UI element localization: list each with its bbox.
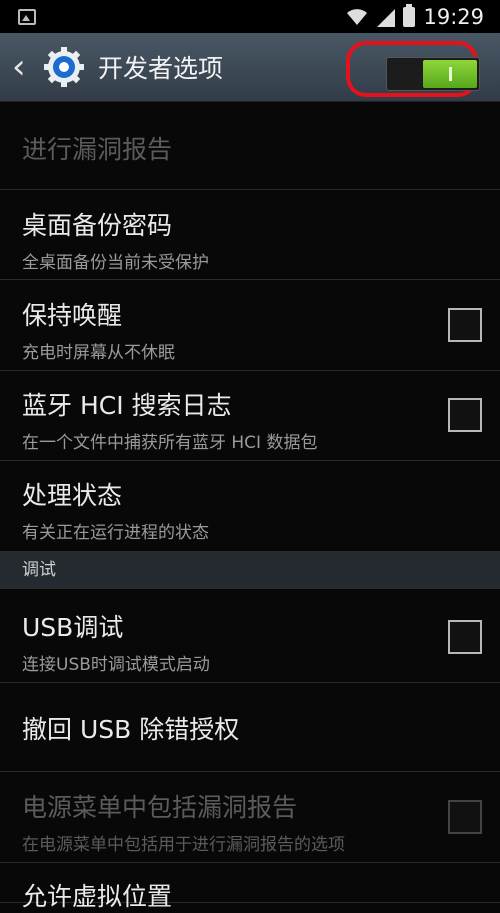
image-notification-icon: [18, 9, 36, 25]
item-title: 处理状态: [22, 481, 123, 510]
item-title: 进行漏洞报告: [22, 135, 173, 164]
item-title: 保持唤醒: [22, 301, 123, 330]
item-title: 电源菜单中包括漏洞报告: [22, 793, 298, 822]
gear-icon: [44, 47, 84, 87]
list-item-bug-report[interactable]: 进行漏洞报告: [0, 102, 500, 190]
bt-hci-log-checkbox[interactable]: [448, 398, 482, 432]
settings-list: 进行漏洞报告 桌面备份密码 全桌面备份当前未受保护 保持唤醒 充电时屏幕从不休眠…: [0, 102, 500, 911]
item-summary: 在电源菜单中包括用于进行漏洞报告的选项: [22, 835, 345, 855]
list-item-stay-awake[interactable]: 保持唤醒 充电时屏幕从不休眠: [0, 280, 500, 371]
section-header-debug: 调试: [0, 552, 500, 589]
list-item-backup-password[interactable]: 桌面备份密码 全桌面备份当前未受保护: [0, 190, 500, 280]
chevron-left-icon[interactable]: ‹: [12, 33, 32, 101]
item-summary: 充电时屏幕从不休眠: [22, 343, 175, 363]
power-menu-bug-report-checkbox[interactable]: [448, 800, 482, 834]
list-item-bt-hci-log[interactable]: 蓝牙 HCI 搜索日志 在一个文件中捕获所有蓝牙 HCI 数据包: [0, 371, 500, 461]
developer-options-switch[interactable]: [386, 57, 480, 91]
item-title: 允许虚拟位置: [22, 882, 173, 911]
usb-debugging-checkbox[interactable]: [448, 620, 482, 654]
master-switch-area: [346, 41, 482, 99]
action-bar: ‹ 开发者选项: [0, 33, 500, 102]
item-title: 桌面备份密码: [22, 211, 173, 240]
signal-icon: [377, 8, 396, 27]
list-item-mock-location[interactable]: 允许虚拟位置: [0, 863, 500, 911]
list-item-power-menu-bug-report[interactable]: 电源菜单中包括漏洞报告 在电源菜单中包括用于进行漏洞报告的选项: [0, 772, 500, 863]
stay-awake-checkbox[interactable]: [448, 308, 482, 342]
battery-icon: [403, 3, 416, 27]
page-title: 开发者选项: [98, 54, 224, 83]
list-item-revoke-usb-auth[interactable]: 撤回 USB 除错授权: [0, 683, 500, 772]
list-item-process-stats[interactable]: 处理状态 有关正在运行进程的状态: [0, 461, 500, 552]
item-summary: 连接USB时调试模式启动: [22, 655, 210, 675]
wifi-icon: [347, 8, 368, 25]
item-summary: 在一个文件中捕获所有蓝牙 HCI 数据包: [22, 433, 318, 453]
item-title: USB调试: [22, 613, 124, 642]
switch-on-knob: [423, 60, 477, 88]
clock: 19:29: [423, 4, 484, 29]
item-summary: 有关正在运行进程的状态: [22, 523, 209, 543]
status-bar: 19:29: [0, 0, 500, 33]
item-title: 蓝牙 HCI 搜索日志: [22, 391, 232, 420]
list-item-usb-debugging[interactable]: USB调试 连接USB时调试模式启动: [0, 589, 500, 683]
item-title: 撤回 USB 除错授权: [22, 715, 240, 744]
item-summary: 全桌面备份当前未受保护: [22, 253, 209, 273]
